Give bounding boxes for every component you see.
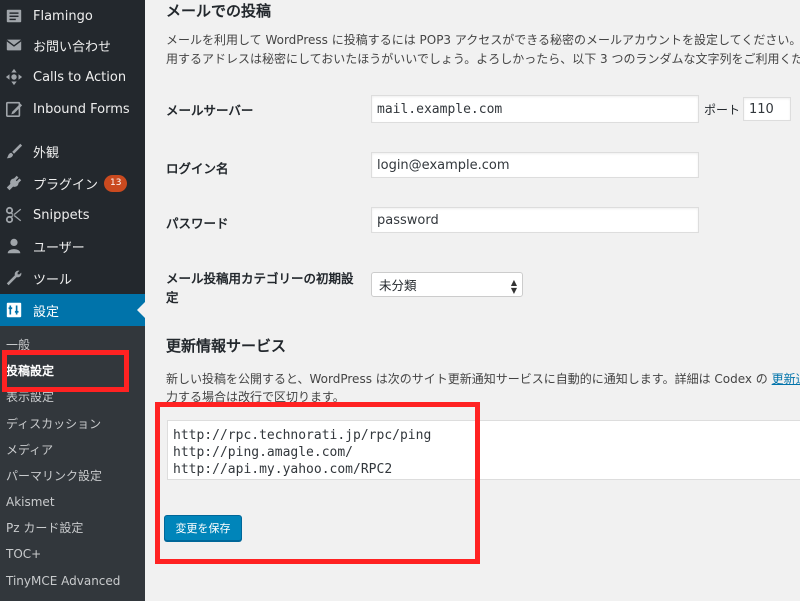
menu-item-contact[interactable]: お問い合わせ [0, 29, 145, 61]
paintbrush-icon [4, 141, 24, 161]
edit-icon [4, 99, 24, 119]
login-input[interactable]: login@example.com [371, 152, 699, 178]
active-indicator [137, 302, 145, 318]
update-description-text: 新しい投稿を公開すると、WordPress は次のサイト更新通知サービスに自動的… [166, 372, 768, 386]
plug-icon [4, 173, 24, 193]
highlight-box-submenu [2, 350, 129, 392]
update-description-line1: 新しい投稿を公開すると、WordPress は次のサイト更新通知サービスに自動的… [166, 370, 800, 389]
password-input[interactable]: password [371, 207, 699, 233]
mail-section-heading: メールでの投稿 [166, 2, 272, 20]
port-label: ポート [704, 103, 741, 117]
menu-label: 外観 [33, 145, 60, 161]
menu-label: Calls to Action [33, 69, 127, 85]
password-label: パスワード [166, 216, 229, 231]
update-services-link[interactable]: 更新通知サー [772, 372, 800, 386]
scissors-icon [4, 205, 24, 225]
highlight-box-textarea [155, 402, 480, 564]
submenu-toc[interactable]: TOC+ [6, 543, 41, 565]
crosshair-icon [4, 67, 24, 87]
menu-item-calls-to-action[interactable]: Calls to Action [0, 61, 145, 93]
menu-item-settings[interactable]: 設定 [0, 294, 145, 326]
menu-item-appearance[interactable]: 外観 [0, 135, 145, 167]
menu-label: お問い合わせ [33, 39, 112, 55]
menu-item-plugins[interactable]: プラグイン 13 [0, 167, 145, 199]
category-select-value: 未分類 [379, 278, 417, 293]
mail-description-line2: 用するアドレスは秘密にしておいたほうがいいでしょう。よろしかったら、以下 3 つ… [166, 52, 800, 66]
category-select[interactable]: 未分類 ▲ ▼ [371, 272, 523, 297]
submenu-permalinks[interactable]: パーマリンク設定 [6, 465, 102, 487]
submenu-tinymce[interactable]: TinyMCE Advanced [6, 570, 120, 592]
list-icon [4, 6, 24, 26]
menu-item-users[interactable]: ユーザー [0, 230, 145, 262]
admin-sidebar: Flamingo お問い合わせ Calls to Action Inbound … [0, 0, 145, 601]
menu-label: ツール [33, 272, 73, 288]
port-input[interactable]: 110 [743, 97, 791, 121]
category-label-cont: 定 [166, 290, 179, 305]
mail-server-label: メールサーバー [166, 103, 254, 118]
menu-label: Snippets [33, 207, 90, 223]
menu-label: Inbound Forms [33, 101, 130, 117]
category-label: メール投稿用カテゴリーの初期設 [166, 271, 354, 286]
select-arrows-icon: ▲ ▼ [510, 278, 517, 295]
menu-label: ユーザー [33, 240, 85, 256]
submenu-akismet[interactable]: Akismet [6, 491, 55, 513]
menu-item-snippets[interactable]: Snippets [0, 199, 145, 231]
settings-icon [4, 300, 24, 320]
submenu-pz-card[interactable]: Pz カード設定 [6, 517, 83, 539]
update-count-badge: 13 [104, 174, 128, 192]
mail-description-line1: メールを利用して WordPress に投稿するには POP3 アクセスができる… [166, 33, 800, 47]
menu-label: プラグイン [33, 177, 99, 193]
menu-item-flamingo[interactable]: Flamingo [0, 0, 145, 32]
menu-item-inbound-forms[interactable]: Inbound Forms [0, 93, 145, 125]
login-label: ログイン名 [166, 161, 229, 176]
menu-label: Flamingo [33, 8, 93, 24]
mail-server-input[interactable]: mail.example.com [371, 95, 699, 123]
wrench-icon [4, 268, 24, 288]
update-section-heading: 更新情報サービス [166, 337, 287, 355]
user-icon [4, 236, 24, 256]
submenu-discussion[interactable]: ディスカッション [6, 413, 101, 435]
menu-label: 設定 [33, 304, 60, 320]
submenu-media[interactable]: メディア [6, 439, 53, 461]
menu-item-tools[interactable]: ツール [0, 262, 145, 294]
mail-icon [4, 35, 24, 55]
